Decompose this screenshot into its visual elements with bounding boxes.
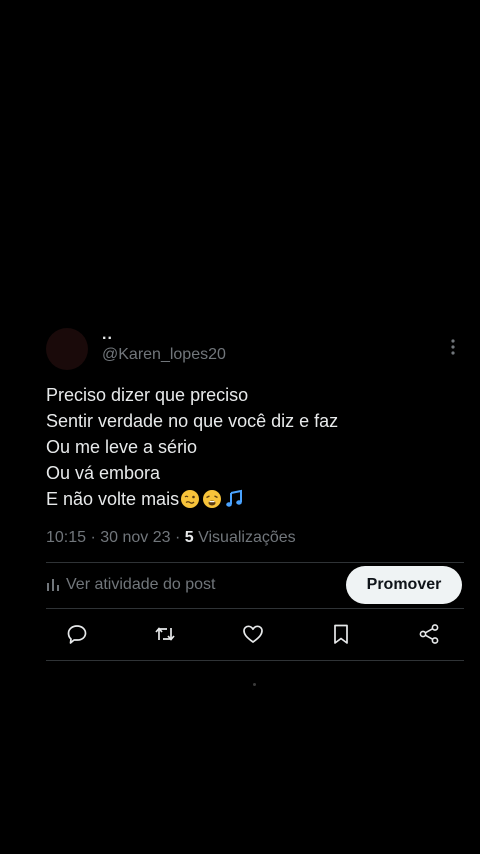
weary-face-emoji [203,490,222,508]
more-options-icon[interactable] [448,338,458,356]
divider [46,660,464,661]
repost-icon[interactable] [153,622,177,646]
bookmark-icon[interactable] [329,622,353,646]
views-label[interactable]: Visualizações [194,529,296,546]
post-timestamp: 10:15 · 30 nov 23 · [46,529,185,546]
post-line-last: E não volte mais [46,486,466,512]
view-activity-label[interactable]: Ver atividade do post [66,576,215,594]
post-text: Preciso dizer que preciso Sentir verdade… [46,382,466,512]
views-count[interactable]: 5 [185,529,194,546]
display-name[interactable]: .. [102,326,113,344]
view-activity-link[interactable]: Ver atividade do post [46,574,215,596]
like-icon[interactable] [241,622,265,646]
divider [46,562,464,563]
action-bar [46,622,464,648]
share-icon[interactable] [417,622,441,646]
bar-chart-icon [47,579,59,591]
post-line: Ou vá embora [46,463,161,483]
emoji-group [180,489,244,509]
woozy-face-emoji [181,490,200,508]
post-line: Sentir verdade no que você diz e faz [46,411,339,431]
divider [46,608,464,609]
post-line: Ou me leve a sério [46,437,198,457]
user-handle[interactable]: @Karen_lopes20 [102,345,226,365]
reply-icon[interactable] [65,622,89,646]
post-line: Preciso dizer que preciso [46,385,249,405]
musical-notes-emoji [226,489,243,507]
post-meta: 10:15 · 30 nov 23 · 5 Visualizações [46,527,296,549]
promote-button[interactable]: Promover [346,566,462,604]
post-line: E não volte mais [46,489,180,509]
avatar[interactable] [46,328,88,370]
scroll-indicator [253,683,256,686]
